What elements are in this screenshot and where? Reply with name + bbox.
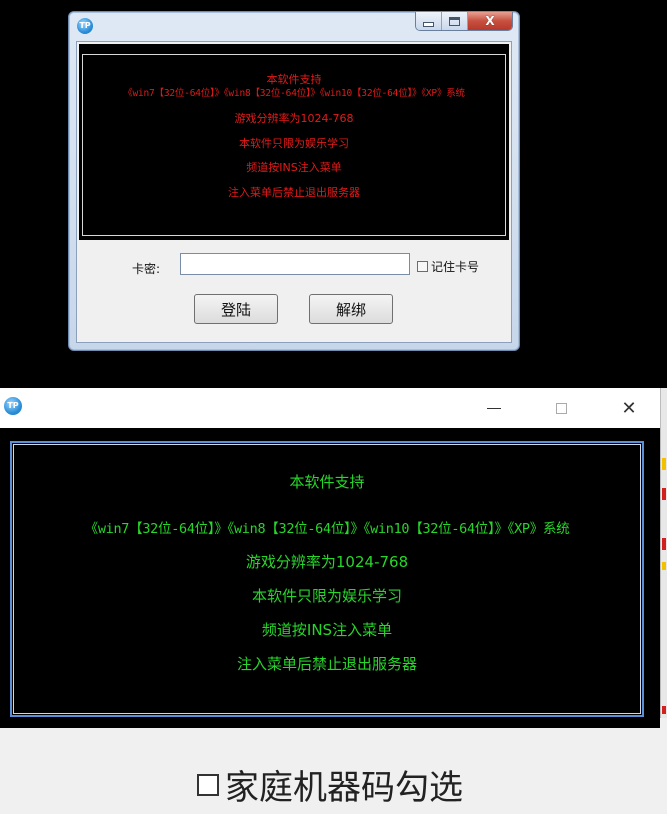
login-button[interactable]: 登陆 xyxy=(194,294,278,324)
notice-panel-frame: 本软件支持 《win7【32位-64位】》《win8【32位-64位】》《win… xyxy=(10,441,644,717)
notice-line: 《win7【32位-64位】》《win8【32位-64位】》《win10【32位… xyxy=(84,521,570,537)
checkbox-box[interactable] xyxy=(417,261,428,272)
notice-panel-frame: 本软件支持 《win7【32位-64位】》《win8【32位-64位】》《win… xyxy=(82,54,506,236)
notice-line: 注入菜单后禁止退出服务器 xyxy=(228,186,360,199)
notice-panel: 本软件支持 《win7【32位-64位】》《win8【32位-64位】》《win… xyxy=(0,428,660,728)
edge-mark xyxy=(662,488,666,500)
card-key-label: 卡密: xyxy=(132,262,161,276)
card-key-input[interactable] xyxy=(180,253,410,275)
app-logo-icon: TP xyxy=(4,397,22,415)
checkbox-box[interactable] xyxy=(197,773,219,796)
edge-mark xyxy=(662,538,666,550)
maximize-button[interactable] xyxy=(538,388,584,428)
edge-mark xyxy=(662,458,666,470)
caption-buttons: X xyxy=(415,12,513,31)
login-window-win7: TP X 本软件支持 《win7【32位-64位】》《win8【32位-64位】… xyxy=(68,11,520,351)
notice-line: 游戏分辨率为1024-768 xyxy=(234,112,354,125)
maximize-icon xyxy=(449,16,460,26)
notice-line: 本软件只限为娱乐学习 xyxy=(239,137,349,150)
remember-card-label: 记住卡号 xyxy=(431,260,480,274)
minimize-button[interactable] xyxy=(416,12,442,30)
app-logo-icon: TP xyxy=(77,18,93,34)
notice-panel: 本软件支持 《win7【32位-64位】》《win8【32位-64位】》《win… xyxy=(79,44,509,240)
maximize-icon xyxy=(555,402,567,414)
remember-card-checkbox[interactable]: 记住卡号 xyxy=(417,258,479,275)
minimize-icon xyxy=(423,21,434,27)
close-icon: X xyxy=(485,14,495,28)
close-button[interactable]: X xyxy=(468,12,512,30)
notice-line: 游戏分辨率为1024-768 xyxy=(245,553,409,571)
close-button[interactable]: ✕ xyxy=(606,388,652,428)
edge-mark xyxy=(662,562,666,570)
screenshot-stage: TP X 本软件支持 《win7【32位-64位】》《win8【32位-64位】… xyxy=(0,0,667,814)
notice-line: 注入菜单后禁止退出服务器 xyxy=(236,655,417,673)
notice-line: 频道按INS注入菜单 xyxy=(246,161,342,174)
edge-mark xyxy=(662,706,666,714)
notice-line: 《win7【32位-64位】》《win8【32位-64位】》《win10【32位… xyxy=(123,88,465,99)
notice-line: 本软件只限为娱乐学习 xyxy=(251,587,402,605)
close-icon: ✕ xyxy=(621,397,637,419)
minimize-button[interactable] xyxy=(471,388,517,428)
adjacent-window-edge xyxy=(660,388,667,718)
unbind-button[interactable]: 解绑 xyxy=(309,294,393,324)
minimize-icon xyxy=(487,407,501,409)
notice-line: 频道按INS注入菜单 xyxy=(261,621,393,639)
login-window-win10: TP ✕ 本软件支持 《win7【32位-64位】》《win8【32位-64位】… xyxy=(0,388,667,814)
maximize-button[interactable] xyxy=(442,12,468,30)
notice-line: 本软件支持 xyxy=(289,473,365,491)
family-machine-code-label: 家庭机器码勾选 xyxy=(225,768,463,808)
title-bar: TP ✕ xyxy=(0,388,660,428)
family-machine-code-checkbox[interactable]: 家庭机器码勾选 xyxy=(0,760,660,809)
window-client-area: 本软件支持 《win7【32位-64位】》《win8【32位-64位】》《win… xyxy=(76,41,512,343)
